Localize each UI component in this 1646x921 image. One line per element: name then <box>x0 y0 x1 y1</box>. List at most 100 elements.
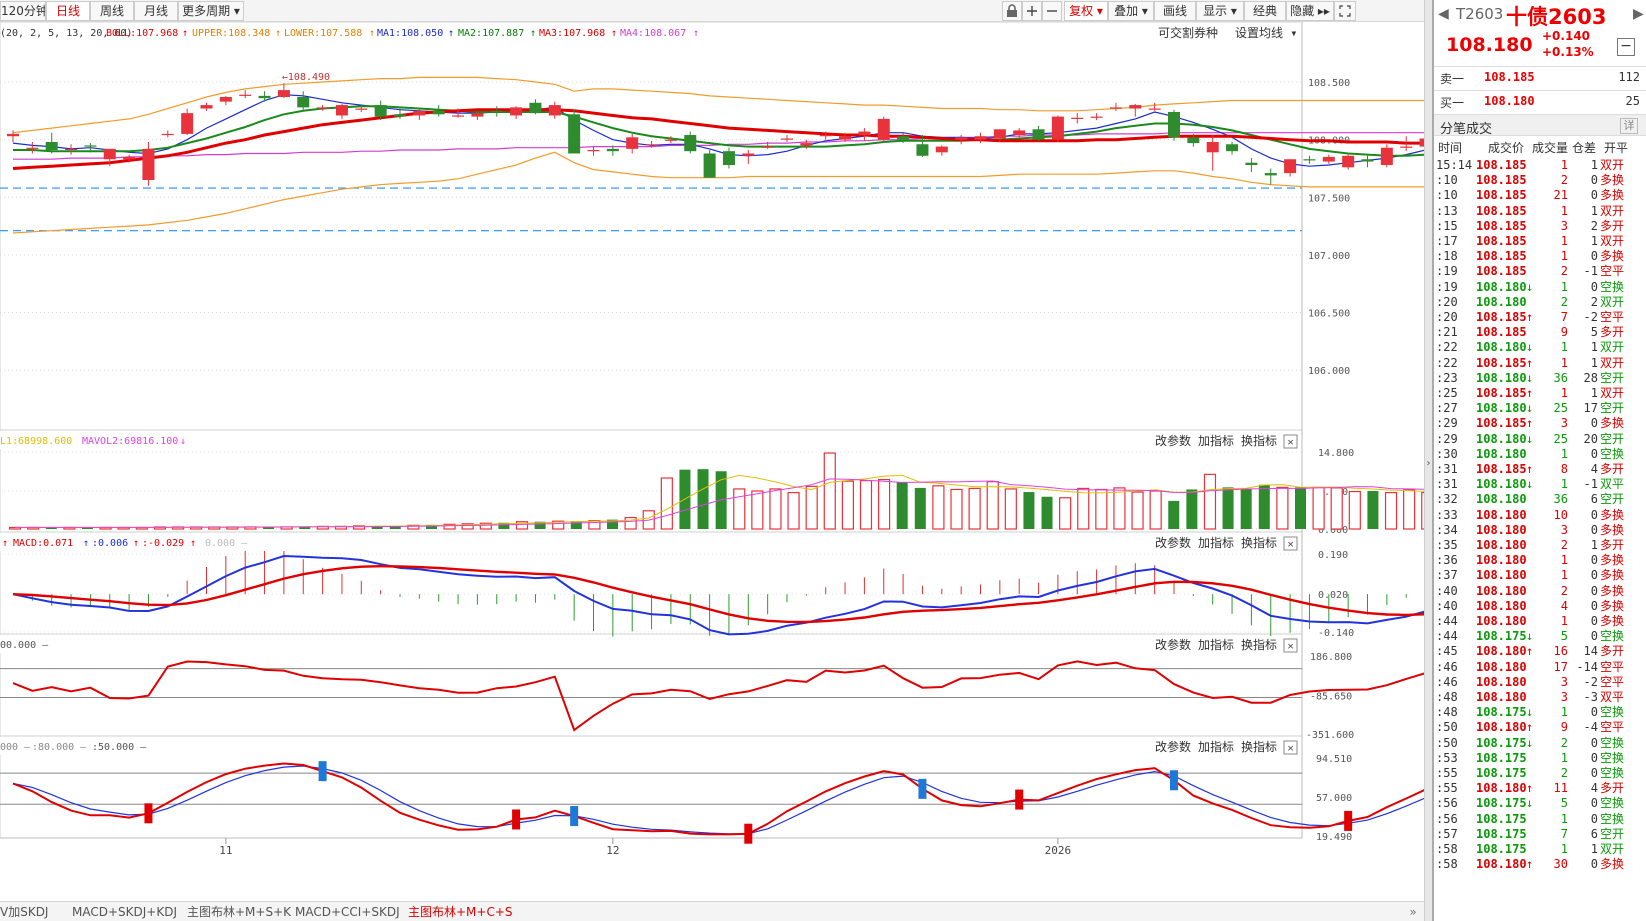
tick-row: :19 108.185 2 -1 空平 <box>1434 263 1646 279</box>
tick-type: 双开 <box>1600 355 1625 370</box>
candle-body <box>529 102 542 114</box>
tick-row: :19 108.180 ↓ 1 0 空换 <box>1434 279 1646 295</box>
tick-type: 空换 <box>1600 446 1625 461</box>
skdj-close-icon[interactable]: × <box>1287 742 1294 755</box>
cci-close-icon[interactable]: × <box>1287 640 1294 653</box>
tick-type: 多换 <box>1600 173 1625 188</box>
panel-splitter[interactable]: › <box>1424 0 1432 921</box>
classic-button[interactable]: 经典 <box>1244 1 1286 21</box>
tick-time: :56 <box>1436 796 1458 811</box>
period-120min-button[interactable]: 120分钟 <box>0 1 46 21</box>
tick-type: 多开 <box>1600 781 1625 796</box>
tick-time: :53 <box>1436 750 1458 765</box>
tick-arrow: ↓ <box>1526 796 1534 811</box>
macd-change-params-button[interactable]: 改参数 <box>1155 535 1191 550</box>
volume-bar <box>733 488 746 530</box>
y-tick-label: 0.190 <box>1318 550 1348 561</box>
tick-time: :50 <box>1436 735 1458 750</box>
skdj-switch-indicator-button[interactable]: 换指标 <box>1241 739 1277 754</box>
tick-time: :20 <box>1436 310 1458 324</box>
cci-switch-indicator-button[interactable]: 换指标 <box>1241 637 1277 652</box>
tick-row: :36 108.180 1 0 多换 <box>1434 552 1646 568</box>
deliverable-bonds-button[interactable]: 可交割券种 <box>1158 25 1218 40</box>
tick-time: :57 <box>1436 826 1458 841</box>
volume-switch-indicator-button[interactable]: 换指标 <box>1241 433 1277 448</box>
tick-oi: 2 <box>1590 218 1598 233</box>
volume-bar <box>1384 491 1398 530</box>
tabs-scroll-right-icon[interactable]: » <box>1404 903 1422 921</box>
lock-button[interactable] <box>1002 1 1022 21</box>
tick-type: 多换 <box>1600 507 1625 522</box>
period-week-button[interactable]: 周线 <box>90 1 134 21</box>
y-tick-label: 107.000 <box>1308 251 1350 262</box>
next-contract-icon[interactable]: ▶ <box>1633 6 1644 22</box>
draw-button[interactable]: 画线 <box>1154 1 1196 21</box>
ticks-list[interactable]: 15:14 108.185 1 1 双开:10 108.185 2 0 多换:10 108.185… <box>1434 157 1646 921</box>
tick-oi: 1 <box>1590 538 1598 552</box>
skdj-level-label: 000 – <box>0 742 31 753</box>
hide-button[interactable]: 隐藏 ▸▸ <box>1286 1 1334 21</box>
tick-time: 15:14 <box>1436 158 1473 172</box>
indicator-value-label: LOWER:107.588 <box>284 28 362 39</box>
candle-body <box>1226 144 1239 152</box>
y-tick-label: -0.140 <box>1318 628 1354 639</box>
trend-arrow-icon: ↑ <box>275 28 281 39</box>
fq-button[interactable]: 复权 ▾ <box>1064 1 1108 21</box>
set-ma-button[interactable]: 设置均线 ▾ <box>1235 26 1297 40</box>
skdj-change-params-button[interactable]: 改参数 <box>1155 739 1191 754</box>
candle-body <box>142 148 155 180</box>
period-month-button[interactable]: 月线 <box>134 1 178 21</box>
template-tab-2[interactable]: 主图布林+M+S+K <box>187 903 291 921</box>
candle-body <box>645 144 658 146</box>
display-button[interactable]: 显示 ▾ <box>1196 1 1244 21</box>
zoom-out-button[interactable] <box>1042 1 1062 21</box>
template-tab-3[interactable]: MACD+CCI+SKDJ <box>295 903 400 921</box>
volume-close-icon[interactable]: × <box>1287 436 1294 449</box>
cci-add-indicator-button[interactable]: 加指标 <box>1198 637 1234 652</box>
tick-time: :27 <box>1436 401 1458 416</box>
tick-price: 108.180 <box>1476 644 1527 659</box>
skdj-add-indicator-button[interactable]: 加指标 <box>1198 739 1234 754</box>
zoom-in-button[interactable] <box>1022 1 1042 21</box>
candle-body <box>84 145 97 147</box>
macd-close-icon[interactable]: × <box>1287 538 1294 551</box>
candle-body <box>1380 147 1393 166</box>
tick-arrow: ↓ <box>1526 279 1534 294</box>
template-tab-1[interactable]: MACD+SKDJ+KDJ <box>72 903 177 921</box>
tick-arrow: ↓ <box>1526 735 1534 750</box>
macd-switch-indicator-button[interactable]: 换指标 <box>1241 535 1277 550</box>
tick-price: 108.185 <box>1476 462 1527 476</box>
tick-arrow: ↑ <box>1526 355 1534 370</box>
chart-area[interactable]: 108.500108.000107.500107.000106.500106.0… <box>0 22 1424 901</box>
prev-contract-icon[interactable]: ◀ <box>1438 6 1449 22</box>
splitter-arrow-icon[interactable]: › <box>1425 458 1432 469</box>
volume-add-indicator-button[interactable]: 加指标 <box>1198 433 1234 448</box>
tick-oi: 0 <box>1590 598 1598 613</box>
tick-price: 108.175 <box>1476 842 1527 856</box>
tick-oi: 28 <box>1583 370 1598 385</box>
tick-price: 108.185 <box>1476 158 1527 172</box>
overlay-button[interactable]: 叠加 ▾ <box>1108 1 1154 21</box>
y-tick-label: -351.600 <box>1306 730 1354 741</box>
collapse-button[interactable]: − <box>1617 38 1635 56</box>
fullscreen-button[interactable] <box>1334 1 1356 21</box>
candle-body <box>7 133 19 137</box>
cci-change-params-button[interactable]: 改参数 <box>1155 637 1191 652</box>
tick-volume: 1 <box>1560 386 1568 400</box>
template-tab-4[interactable]: 主图布林+M+C+S <box>408 903 513 921</box>
period-more-button[interactable]: 更多周期 ▾ <box>178 1 244 21</box>
ticks-detail-button[interactable]: 详 <box>1620 118 1638 134</box>
price-change: +0.140 <box>1542 29 1591 43</box>
macd-add-indicator-button[interactable]: 加指标 <box>1198 535 1234 550</box>
tick-arrow: ↓ <box>1526 401 1534 416</box>
tick-arrow: ↑ <box>1526 310 1534 324</box>
candle-body <box>800 143 813 146</box>
volume-change-params-button[interactable]: 改参数 <box>1155 433 1191 448</box>
period-day-button[interactable]: 日线 <box>46 1 90 21</box>
tick-time: :58 <box>1436 842 1458 856</box>
tick-time: :17 <box>1436 234 1458 248</box>
tick-price: 108.175 <box>1476 735 1527 750</box>
tick-price: 108.185 <box>1476 264 1527 279</box>
tick-type: 空换 <box>1600 811 1625 826</box>
template-tab-0[interactable]: V加SKDJ <box>0 903 48 921</box>
